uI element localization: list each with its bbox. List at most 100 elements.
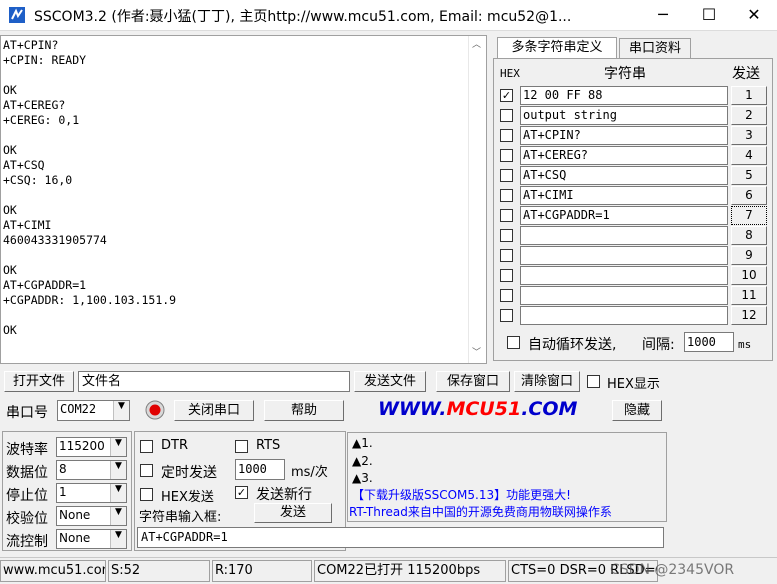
promo-ad-sscom[interactable]: 【下载升级版SSCOM5.13】功能更强大! xyxy=(352,486,571,503)
string-row-input[interactable] xyxy=(520,226,728,245)
save-window-button[interactable]: 保存窗口 xyxy=(436,371,510,392)
send-newline-checkbox[interactable]: ✓ xyxy=(235,486,248,499)
baud-rate-select[interactable]: 115200 ▼ xyxy=(56,437,127,457)
scroll-up-icon[interactable]: ︿ xyxy=(472,38,481,53)
string-row-input[interactable] xyxy=(520,266,728,285)
site-prefix: WWW. xyxy=(378,398,447,420)
send-file-button[interactable]: 发送文件 xyxy=(354,371,426,392)
send-row-button[interactable]: 2 xyxy=(731,106,767,125)
parity-label: 校验位 xyxy=(6,511,48,527)
data-bits-label: 数据位 xyxy=(6,465,48,481)
tab-multi-string[interactable]: 多条字符串定义 xyxy=(497,37,617,59)
string-row-input[interactable]: output string xyxy=(520,106,728,125)
timed-interval-input[interactable]: 1000 xyxy=(235,459,285,480)
status-sent: S:52 xyxy=(108,560,210,582)
hex-row-checkbox[interactable] xyxy=(500,129,513,142)
chevron-down-icon[interactable]: ▼ xyxy=(110,461,126,479)
string-row-input[interactable]: AT+CPIN? xyxy=(520,126,728,145)
hex-row-checkbox[interactable] xyxy=(500,309,513,322)
string-row-input[interactable] xyxy=(520,306,728,325)
hide-button[interactable]: 隐藏 xyxy=(612,400,662,421)
send-row-button[interactable]: 9 xyxy=(731,246,767,265)
send-row-button[interactable]: 1 xyxy=(731,86,767,105)
hex-send-checkbox[interactable] xyxy=(140,488,153,501)
send-row-button[interactable]: 6 xyxy=(731,186,767,205)
receive-text: AT+CPIN? +CPIN: READY OK AT+CEREG? +CERE… xyxy=(3,38,177,337)
chevron-down-icon[interactable]: ▼ xyxy=(110,484,126,502)
send-row-button[interactable]: 5 xyxy=(731,166,767,185)
minimize-button[interactable]: ─ xyxy=(640,0,686,30)
chevron-down-icon[interactable]: ▼ xyxy=(113,401,129,420)
auto-loop-checkbox[interactable] xyxy=(507,336,520,349)
promo-ad-rtthread[interactable]: RT-Thread来自中国的开源免费商用物联网操作系 xyxy=(349,503,665,520)
string-row-input[interactable]: AT+CSQ xyxy=(520,166,728,185)
send-newline-label: 发送新行 xyxy=(256,487,312,503)
stop-bits-value: 1 xyxy=(59,485,67,499)
hex-header: HEX xyxy=(500,67,520,80)
string-row-input[interactable]: AT+CIMI xyxy=(520,186,728,205)
clear-window-button[interactable]: 清除窗口 xyxy=(514,371,580,392)
hex-row-checkbox[interactable] xyxy=(500,269,513,282)
timed-send-checkbox[interactable] xyxy=(140,464,153,477)
hex-display-label: HEX显示 xyxy=(607,377,660,392)
string-row-input[interactable]: 12 00 FF 88 xyxy=(520,86,728,105)
hex-send-label: HEX发送 xyxy=(161,490,214,505)
baud-rate-label: 波特率 xyxy=(6,442,48,458)
chevron-down-icon[interactable]: ▼ xyxy=(110,438,126,456)
parity-select[interactable]: None ▼ xyxy=(56,506,127,526)
hex-row-checkbox[interactable] xyxy=(500,229,513,242)
maximize-button[interactable]: ☐ xyxy=(686,0,732,30)
close-port-button[interactable]: 关闭串口 xyxy=(174,400,254,421)
interval-unit: ms xyxy=(738,338,752,351)
rts-checkbox[interactable] xyxy=(235,440,248,453)
send-row-button[interactable]: 3 xyxy=(731,126,767,145)
hex-row-checkbox[interactable] xyxy=(500,109,513,122)
flow-control-value: None xyxy=(59,531,91,545)
divider xyxy=(0,30,777,31)
flow-control-select[interactable]: None ▼ xyxy=(56,529,127,549)
string-row-input[interactable]: AT+CEREG? xyxy=(520,146,728,165)
title-bar: SSCOM3.2 (作者:聂小猛(丁丁), 主页http://www.mcu51… xyxy=(0,0,777,30)
send-row-button[interactable]: 11 xyxy=(731,286,767,305)
site-brand: MCU51 xyxy=(446,398,522,420)
tab-port-info[interactable]: 串口资料 xyxy=(619,38,691,59)
hex-row-checkbox[interactable]: ✓ xyxy=(500,89,513,102)
send-row-button[interactable]: 10 xyxy=(731,266,767,285)
hex-row-checkbox[interactable] xyxy=(500,189,513,202)
chevron-down-icon[interactable]: ▼ xyxy=(110,507,126,525)
receive-textarea[interactable]: AT+CPIN? +CPIN: READY OK AT+CEREG? +CERE… xyxy=(0,35,487,364)
scroll-down-icon[interactable]: ﹀ xyxy=(472,346,481,361)
data-bits-select[interactable]: 8 ▼ xyxy=(56,460,127,480)
send-row-button[interactable]: 7 xyxy=(731,206,767,225)
hex-row-checkbox[interactable] xyxy=(500,169,513,182)
port-select[interactable]: COM22 ▼ xyxy=(57,400,130,421)
send-row-button[interactable]: 4 xyxy=(731,146,767,165)
close-button[interactable]: ✕ xyxy=(731,0,777,30)
interval-input[interactable]: 1000 xyxy=(684,332,734,352)
flow-control-label: 流控制 xyxy=(6,534,48,550)
send-button[interactable]: 发送 xyxy=(254,503,332,523)
baud-rate-value: 115200 xyxy=(59,439,105,453)
dtr-checkbox[interactable] xyxy=(140,440,153,453)
watermark: CSDN @2345VOR xyxy=(610,562,735,578)
open-file-button[interactable]: 打开文件 xyxy=(4,371,74,392)
string-row-input[interactable] xyxy=(520,246,728,265)
hex-row-checkbox[interactable] xyxy=(500,249,513,262)
hex-row-checkbox[interactable] xyxy=(500,289,513,302)
receive-scrollbar[interactable]: ︿ ﹀ xyxy=(468,36,486,363)
chevron-down-icon[interactable]: ▼ xyxy=(110,530,126,548)
send-row-button[interactable]: 12 xyxy=(731,306,767,325)
hex-row-checkbox[interactable] xyxy=(500,209,513,222)
filename-input[interactable]: 文件名 xyxy=(78,371,350,392)
hex-display-checkbox[interactable] xyxy=(587,375,600,388)
data-bits-value: 8 xyxy=(59,462,67,476)
string-row-input[interactable] xyxy=(520,286,728,305)
string-input[interactable]: AT+CGPADDR=1 xyxy=(137,527,664,548)
string-row-input[interactable]: AT+CGPADDR=1 xyxy=(520,206,728,225)
hex-row-checkbox[interactable] xyxy=(500,149,513,162)
send-row-button[interactable]: 8 xyxy=(731,226,767,245)
help-button[interactable]: 帮助 xyxy=(264,400,344,421)
stop-bits-select[interactable]: 1 ▼ xyxy=(56,483,127,503)
port-value: COM22 xyxy=(60,402,97,416)
site-logo[interactable]: WWW.MCU51.COM xyxy=(378,398,577,420)
